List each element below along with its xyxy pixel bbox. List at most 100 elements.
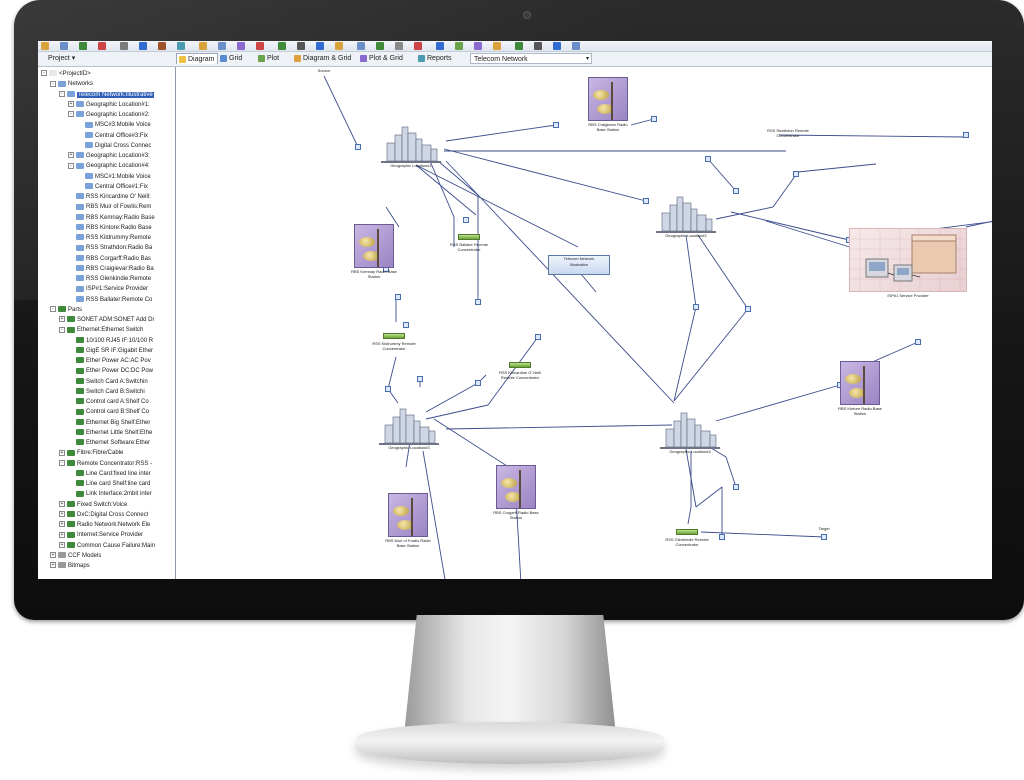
expander-icon[interactable]: +: [59, 511, 65, 518]
tree-item[interactable]: - Telecom Network:Illustrative: [59, 90, 154, 100]
expander-icon[interactable]: -: [50, 306, 56, 313]
geographic-location-icon[interactable]: [381, 125, 441, 163]
link-line[interactable]: [715, 384, 841, 422]
tree-item[interactable]: Control card A:Shelf Co: [68, 397, 149, 407]
connection-port[interactable]: [915, 339, 921, 345]
tree-item[interactable]: Central Office#1:Fix: [77, 182, 148, 192]
tree-item[interactable]: GigE SR IF:Gigabit Ether: [68, 346, 153, 356]
toolbar-tool-icon[interactable]: [474, 42, 482, 50]
link-line[interactable]: [685, 234, 697, 308]
radio-base-station-icon[interactable]: [496, 465, 536, 509]
link-line[interactable]: [445, 124, 557, 142]
tree-item[interactable]: - Ethernet:Ethernet Switch: [59, 325, 143, 335]
toolbar-tool-icon[interactable]: [493, 42, 501, 50]
tab-diagram-grid[interactable]: Diagram & Grid: [292, 53, 354, 64]
toolbar-tool-icon[interactable]: [376, 42, 384, 50]
link-line[interactable]: [443, 148, 647, 202]
expander-icon[interactable]: +: [59, 500, 65, 507]
tree-item[interactable]: RBS Kemnay:Radio Base: [68, 213, 155, 223]
expander-icon[interactable]: +: [59, 521, 65, 528]
connection-port[interactable]: [463, 217, 469, 223]
tree-item[interactable]: Line Card:fixed line inter: [68, 469, 151, 479]
project-dropdown[interactable]: Project ▾: [40, 53, 174, 64]
expander-icon[interactable]: +: [59, 541, 65, 548]
toolbar-tool-icon[interactable]: [139, 42, 147, 50]
expander-icon[interactable]: -: [59, 326, 65, 333]
toolbar-tool-icon[interactable]: [79, 42, 87, 50]
connection-port[interactable]: [403, 322, 409, 328]
connection-port[interactable]: [821, 534, 827, 540]
tree-item[interactable]: + Fibre:Fibre/Cable: [59, 448, 123, 458]
expander-icon[interactable]: +: [59, 316, 65, 323]
connection-port[interactable]: [553, 122, 559, 128]
tree-item[interactable]: Switch Card A:Switchin: [68, 377, 148, 387]
connection-port[interactable]: [651, 116, 657, 122]
link-line[interactable]: [323, 75, 359, 148]
link-line[interactable]: [437, 160, 479, 196]
tree-item[interactable]: MSC#3:Mobile Voice: [77, 120, 151, 130]
connection-port[interactable]: [417, 376, 423, 382]
expander-icon[interactable]: +: [50, 552, 56, 559]
tree-item[interactable]: RSS Strathdon:Radio Ba: [68, 243, 152, 253]
telecom-network-node[interactable]: Telecom Network Illustrative: [548, 255, 610, 275]
connection-port[interactable]: [395, 294, 401, 300]
link-line[interactable]: [730, 211, 850, 241]
tree-item[interactable]: Ethernet Little Shelf:Ethe: [68, 428, 152, 438]
tree-item[interactable]: + Fixed Switch:Voice: [59, 500, 127, 510]
geographic-location-icon[interactable]: [660, 411, 720, 449]
tree-item[interactable]: Ether Power AC:AC Pov: [68, 356, 151, 366]
tree-item[interactable]: + Bitmaps: [50, 561, 90, 571]
tree-item[interactable]: Central Office#3:Fix: [77, 131, 148, 141]
toolbar-tool-icon[interactable]: [98, 42, 106, 50]
tree-item[interactable]: 10/100 RJ45 IF:10/100 R: [68, 336, 153, 346]
toolbar-tool-icon[interactable]: [297, 42, 305, 50]
toolbar-tool-icon[interactable]: [436, 42, 444, 50]
expander-icon[interactable]: -: [59, 459, 65, 466]
tree-item[interactable]: - Parts: [50, 305, 82, 315]
link-line[interactable]: [965, 217, 992, 228]
toolbar-tool-icon[interactable]: [316, 42, 324, 50]
geographic-location-icon[interactable]: [379, 407, 439, 445]
link-line[interactable]: [429, 160, 455, 218]
toolbar-tool-icon[interactable]: [455, 42, 463, 50]
expander-icon[interactable]: +: [68, 101, 74, 108]
radio-base-station-icon[interactable]: [840, 361, 880, 405]
tree-item[interactable]: - Geographic Location#2:: [68, 110, 150, 120]
connection-port[interactable]: [719, 534, 725, 540]
link-line[interactable]: [869, 341, 919, 364]
link-line[interactable]: [415, 164, 477, 216]
tree-item[interactable]: + DxC:Digital Cross Connect: [59, 510, 148, 520]
expander-icon[interactable]: -: [68, 162, 74, 169]
connection-port[interactable]: [693, 304, 699, 310]
link-line[interactable]: [715, 206, 774, 220]
connection-port[interactable]: [475, 299, 481, 305]
tree-item[interactable]: RBS Kintore:Radio Base: [68, 223, 152, 233]
remote-concentrator-icon[interactable]: [383, 333, 405, 339]
toolbar-tool-icon[interactable]: [553, 42, 561, 50]
toolbar-tool-icon[interactable]: [414, 42, 422, 50]
expander-icon[interactable]: -: [41, 70, 47, 77]
remote-concentrator-icon[interactable]: [509, 362, 531, 368]
tree-item[interactable]: Control card B:Shelf Co: [68, 407, 149, 417]
tree-item[interactable]: Link Interface:2mbit inter: [68, 489, 152, 499]
connection-port[interactable]: [475, 380, 481, 386]
tree-item[interactable]: Ethernet Software:Ether: [68, 438, 150, 448]
toolbar-tool-icon[interactable]: [256, 42, 264, 50]
toolbar-tool-icon[interactable]: [158, 42, 166, 50]
expander-icon[interactable]: +: [68, 152, 74, 159]
connection-port[interactable]: [535, 334, 541, 340]
link-line[interactable]: [707, 158, 737, 192]
toolbar-tool-icon[interactable]: [515, 42, 523, 50]
connection-port[interactable]: [705, 156, 711, 162]
toolbar-tool-icon[interactable]: [357, 42, 365, 50]
connection-port[interactable]: [733, 188, 739, 194]
toolbar-tool-icon[interactable]: [395, 42, 403, 50]
toolbar-tool-icon[interactable]: [120, 42, 128, 50]
connection-port[interactable]: [385, 386, 391, 392]
link-line[interactable]: [445, 160, 675, 404]
tree-item[interactable]: RSS Ballater:Remote Co: [68, 295, 152, 305]
tree-item[interactable]: + Internet:Service Provider: [59, 530, 143, 540]
remote-concentrator-icon[interactable]: [676, 529, 698, 535]
expander-icon[interactable]: -: [68, 111, 74, 118]
tree-item[interactable]: - Networks: [50, 79, 93, 89]
